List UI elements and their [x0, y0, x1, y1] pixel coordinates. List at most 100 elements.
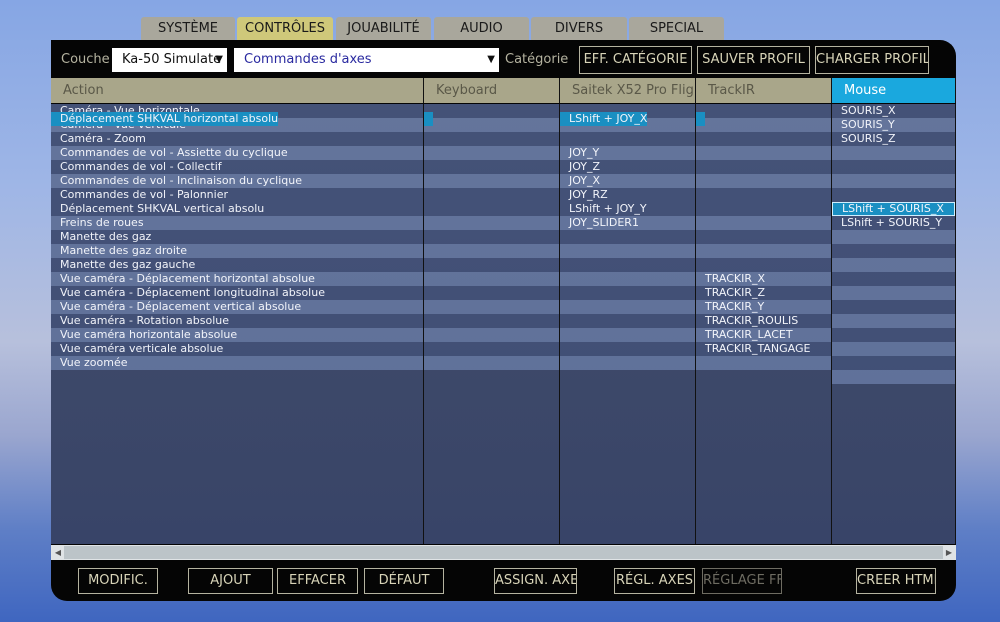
table-cell[interactable]: [832, 328, 955, 342]
table-cell[interactable]: [424, 342, 559, 356]
table-cell[interactable]: [424, 118, 559, 132]
tab-0[interactable]: SYSTÈME: [141, 17, 235, 40]
table-cell[interactable]: Caméra - Zoom: [51, 132, 423, 146]
table-cell[interactable]: TRACKIR_LACET: [696, 328, 831, 342]
table-cell[interactable]: Manette des gaz: [51, 230, 423, 244]
bottom-button-7[interactable]: CREER HTML: [856, 568, 936, 594]
scroll-left-icon[interactable]: ◀: [52, 546, 64, 559]
table-cell[interactable]: Freins de roues: [51, 216, 423, 230]
table-cell[interactable]: [560, 342, 695, 356]
tab-1[interactable]: CONTRÔLES: [237, 17, 333, 40]
table-cell[interactable]: [832, 230, 955, 244]
table-cell[interactable]: [560, 286, 695, 300]
table-cell[interactable]: SOURIS_Y: [832, 118, 955, 132]
table-cell[interactable]: TRACKIR_Y: [696, 300, 831, 314]
table-cell[interactable]: LShift + JOY_Y: [560, 202, 695, 216]
table-cell[interactable]: SOURIS_X: [832, 104, 955, 118]
layer-dropdown[interactable]: Ka-50 Simulate ▼: [112, 48, 227, 72]
bottom-button-3[interactable]: DÉFAUT: [364, 568, 444, 594]
table-cell[interactable]: Commandes de vol - Collectif: [51, 160, 423, 174]
table-cell[interactable]: [696, 174, 831, 188]
column-header-mouse[interactable]: Mouse: [832, 78, 956, 103]
table-cell[interactable]: Manette des gaz gauche: [51, 258, 423, 272]
table-cell[interactable]: [696, 160, 831, 174]
table-cell[interactable]: [424, 328, 559, 342]
table-cell[interactable]: [696, 216, 831, 230]
table-cell[interactable]: [424, 314, 559, 328]
table-cell[interactable]: [424, 244, 559, 258]
table-cell[interactable]: [560, 300, 695, 314]
table-cell[interactable]: [696, 118, 831, 132]
table-cell[interactable]: [424, 202, 559, 216]
clear-category-button[interactable]: EFF. CATÉGORIE: [579, 46, 692, 74]
table-cell[interactable]: [560, 314, 695, 328]
table-cell[interactable]: Vue caméra verticale absolue: [51, 342, 423, 356]
bottom-button-0[interactable]: MODIFIC.: [78, 568, 158, 594]
table-cell[interactable]: Commandes de vol - Inclinaison du cycliq…: [51, 174, 423, 188]
table-cell[interactable]: [560, 244, 695, 258]
table-cell[interactable]: JOY_SLIDER1: [560, 216, 695, 230]
table-cell[interactable]: Manette des gaz droite: [51, 244, 423, 258]
table-cell[interactable]: [832, 370, 955, 384]
table-cell[interactable]: Vue caméra horizontale absolue: [51, 328, 423, 342]
table-cell[interactable]: TRACKIR_ROULIS: [696, 314, 831, 328]
table-cell[interactable]: [832, 356, 955, 370]
table-cell[interactable]: [696, 188, 831, 202]
table-cell[interactable]: Commandes de vol - Palonnier: [51, 188, 423, 202]
bottom-button-2[interactable]: EFFACER: [277, 568, 358, 594]
table-cell[interactable]: TRACKIR_TANGAGE: [696, 342, 831, 356]
table-cell[interactable]: LShift + JOY_X: [560, 112, 648, 126]
table-cell[interactable]: TRACKIR_X: [696, 272, 831, 286]
table-cell[interactable]: [560, 356, 695, 370]
column-header-keyboard[interactable]: Keyboard: [424, 78, 560, 103]
column-header-action[interactable]: Action: [51, 78, 424, 103]
table-cell[interactable]: JOY_Z: [560, 160, 695, 174]
table-cell[interactable]: Vue caméra - Déplacement longitudinal ab…: [51, 286, 423, 300]
table-cell[interactable]: Déplacement SHKVAL vertical absolu: [51, 202, 423, 216]
column-header-joystick[interactable]: Saitek X52 Pro Fligh: [560, 78, 696, 103]
table-cell[interactable]: Vue caméra - Rotation absolue: [51, 314, 423, 328]
table-cell[interactable]: [560, 230, 695, 244]
table-cell[interactable]: [424, 188, 559, 202]
table-cell[interactable]: [696, 202, 831, 216]
table-cell[interactable]: Vue zoomée: [51, 356, 423, 370]
bottom-button-5[interactable]: RÉGL. AXES: [614, 568, 695, 594]
table-cell[interactable]: [696, 132, 831, 146]
tab-2[interactable]: JOUABILITÉ: [336, 17, 431, 40]
table-cell[interactable]: [832, 244, 955, 258]
table-cell[interactable]: Vue caméra - Déplacement vertical absolu…: [51, 300, 423, 314]
tab-4[interactable]: DIVERS: [531, 17, 627, 40]
table-cell[interactable]: [832, 258, 955, 272]
tab-5[interactable]: SPECIAL: [629, 17, 724, 40]
table-cell[interactable]: [696, 258, 831, 272]
table-cell[interactable]: [560, 132, 695, 146]
table-cell[interactable]: [832, 342, 955, 356]
table-cell[interactable]: [424, 258, 559, 272]
table-cell[interactable]: [696, 230, 831, 244]
table-cell[interactable]: [560, 258, 695, 272]
scroll-right-icon[interactable]: ▶: [943, 546, 955, 559]
table-cell[interactable]: [560, 272, 695, 286]
table-cell[interactable]: JOY_RZ: [560, 188, 695, 202]
table-cell[interactable]: [560, 328, 695, 342]
table-cell[interactable]: [832, 300, 955, 314]
load-profile-button[interactable]: CHARGER PROFIL: [815, 46, 929, 74]
table-cell[interactable]: Déplacement SHKVAL horizontal absolu: [51, 112, 279, 126]
table-cell[interactable]: [424, 216, 559, 230]
bottom-button-1[interactable]: AJOUT: [188, 568, 273, 594]
horizontal-scrollbar[interactable]: ◀ ▶: [51, 545, 956, 560]
table-cell[interactable]: [696, 244, 831, 258]
table-cell[interactable]: [424, 112, 433, 126]
table-cell[interactable]: [832, 188, 955, 202]
table-cell[interactable]: LShift + SOURIS_Y: [832, 216, 955, 230]
table-cell[interactable]: [424, 356, 559, 370]
table-cell[interactable]: [832, 286, 955, 300]
table-cell[interactable]: [832, 314, 955, 328]
table-cell[interactable]: [424, 272, 559, 286]
table-cell[interactable]: [696, 112, 705, 126]
bottom-button-4[interactable]: ASSIGN. AXES: [494, 568, 577, 594]
table-cell[interactable]: [832, 272, 955, 286]
bottom-button-6[interactable]: RÉGLAGE FF: [702, 568, 782, 594]
table-cell[interactable]: [696, 104, 831, 118]
table-cell[interactable]: [832, 146, 955, 160]
